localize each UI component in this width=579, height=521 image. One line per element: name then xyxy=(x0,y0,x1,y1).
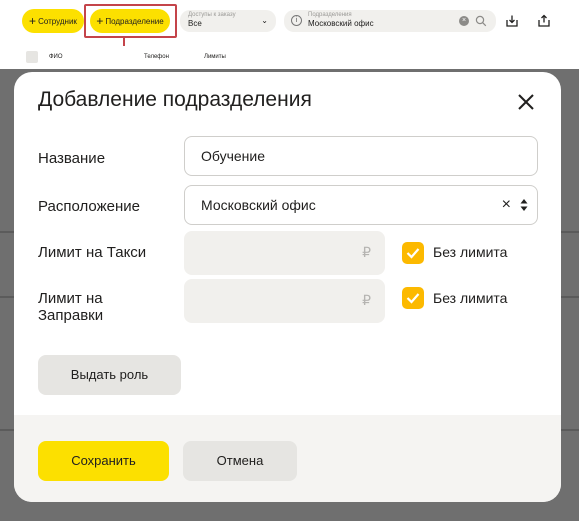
checkmark-icon xyxy=(406,248,420,259)
fuel-limit-label: Лимит на Заправки xyxy=(38,290,104,324)
top-toolbar: + Сотрудник + Подразделение Доступы к за… xyxy=(0,0,579,62)
checkmark-icon xyxy=(406,293,420,304)
fuel-no-limit-label: Без лимита xyxy=(433,290,508,306)
name-label: Название xyxy=(38,150,106,167)
clear-icon[interactable]: × xyxy=(502,186,511,224)
taxi-no-limit-checkbox[interactable] xyxy=(402,242,424,264)
info-icon: i xyxy=(291,15,302,26)
search-icon[interactable] xyxy=(475,15,487,27)
plus-icon: + xyxy=(29,14,37,28)
sort-arrows-icon xyxy=(520,199,528,211)
column-header-name: ФИО xyxy=(49,54,63,60)
highlight-frame xyxy=(84,4,177,38)
taxi-limit-label: Лимит на Такси xyxy=(38,244,147,261)
location-label: Расположение xyxy=(38,198,140,215)
add-employee-label: Сотрудник xyxy=(38,16,77,26)
export-button[interactable] xyxy=(533,10,555,32)
share-icon xyxy=(538,14,550,27)
location-select-value: Московский офис xyxy=(201,197,316,213)
import-button[interactable] xyxy=(501,10,523,32)
ruble-icon: ₽ xyxy=(362,292,371,308)
column-header-limits: Лимиты xyxy=(204,54,226,60)
division-filter-label: Подразделения xyxy=(308,12,352,18)
ruble-icon: ₽ xyxy=(362,244,371,260)
column-header-phone: Телефон xyxy=(144,54,169,60)
download-icon xyxy=(506,15,518,27)
add-employee-button[interactable]: + Сотрудник xyxy=(22,9,84,33)
division-filter-value: Московский офис xyxy=(308,19,374,28)
close-button[interactable] xyxy=(512,88,540,116)
close-icon xyxy=(518,94,534,110)
access-select-value: Все xyxy=(188,19,202,28)
fuel-no-limit-checkbox[interactable] xyxy=(402,287,424,309)
save-button[interactable]: Сохранить xyxy=(38,441,169,481)
taxi-limit-input[interactable]: ₽ xyxy=(184,231,385,275)
taxi-no-limit-label: Без лимита xyxy=(433,244,508,260)
add-division-dialog: Добавление подразделения Название Распол… xyxy=(14,72,561,502)
dialog-footer: Сохранить Отмена xyxy=(14,415,561,502)
location-select[interactable]: Московский офис × xyxy=(184,185,538,225)
chevron-down-icon: ⌄ xyxy=(261,16,268,25)
assign-role-button[interactable]: Выдать роль xyxy=(38,355,181,395)
clear-icon[interactable]: × xyxy=(459,16,469,26)
fuel-limit-input[interactable]: ₽ xyxy=(184,279,385,323)
access-select[interactable]: Доступы к заказу Все ⌄ xyxy=(180,10,276,32)
cancel-button[interactable]: Отмена xyxy=(183,441,297,481)
dialog-title: Добавление подразделения xyxy=(38,88,312,111)
name-input[interactable] xyxy=(184,136,538,176)
access-select-label: Доступы к заказу xyxy=(188,12,236,18)
select-all-checkbox[interactable] xyxy=(26,51,38,63)
table-header: ФИО Телефон Лимиты xyxy=(0,46,579,68)
division-filter-field[interactable]: i Подразделения Московский офис × xyxy=(284,10,496,32)
